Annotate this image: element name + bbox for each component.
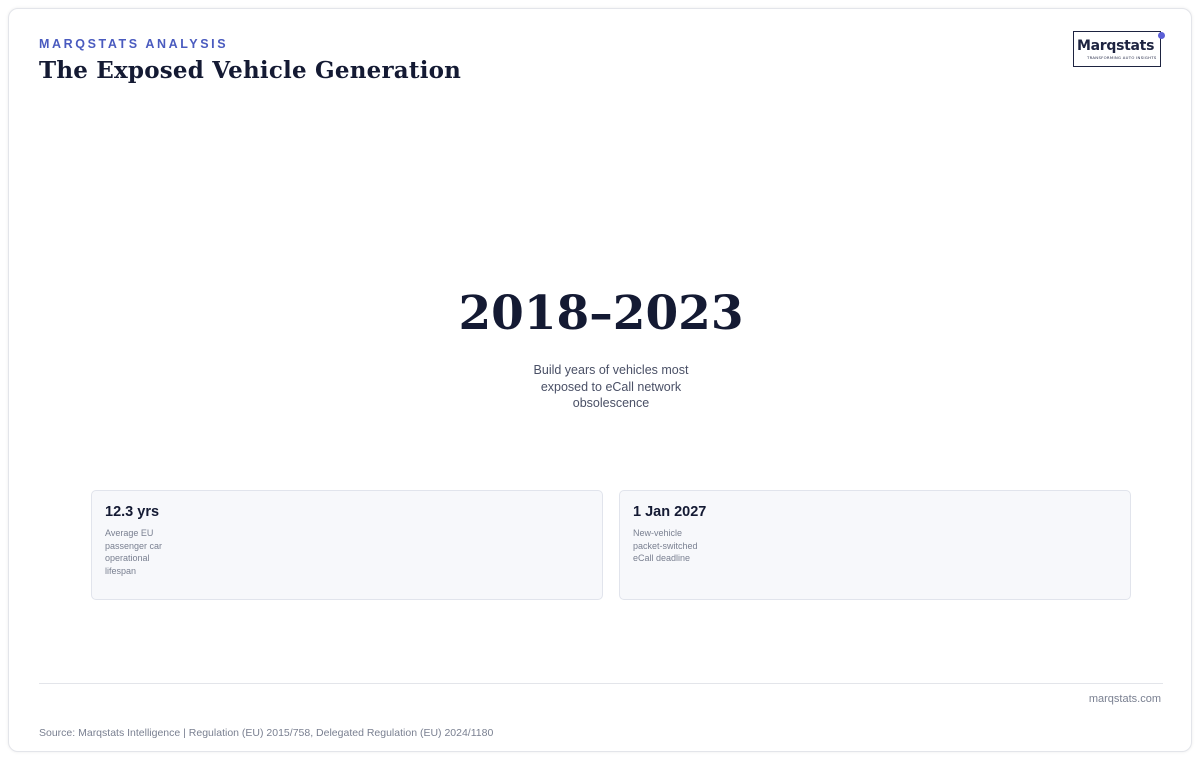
infographic-card: MARQSTATS ANALYSIS The Exposed Vehicle G… [8,8,1192,752]
site-link[interactable]: marqstats.com [1089,693,1161,705]
page-title: The Exposed Vehicle Generation [39,57,462,84]
source-note: Source: Marqstats Intelligence | Regulat… [39,727,494,739]
stat-label: Average EU passenger car operational lif… [105,528,163,576]
stat-value: 12.3 yrs [105,504,160,520]
stat-value: 1 Jan 2027 [633,504,707,520]
logo-wordmark: Marqstats [1077,38,1155,54]
stat-card-deadline: 1 Jan 2027 New-vehicle packet-switched e… [619,490,1131,600]
stat-card-lifespan: 12.3 yrs Average EU passenger car operat… [91,490,603,600]
eyebrow-label: MARQSTATS ANALYSIS [39,37,229,51]
hero-caption: Build years of vehicles most exposed to … [533,363,689,410]
hero-value: 2018–2023 [458,286,744,341]
stat-label: New-vehicle packet-switched eCall deadli… [633,528,698,563]
logo-tagline: TRANSFORMING AUTO INSIGHTS [1087,55,1157,60]
logo-dot-icon [1158,32,1165,39]
footer-divider [39,683,1163,684]
marqstats-logo: Marqstats TRANSFORMING AUTO INSIGHTS [1073,31,1165,69]
